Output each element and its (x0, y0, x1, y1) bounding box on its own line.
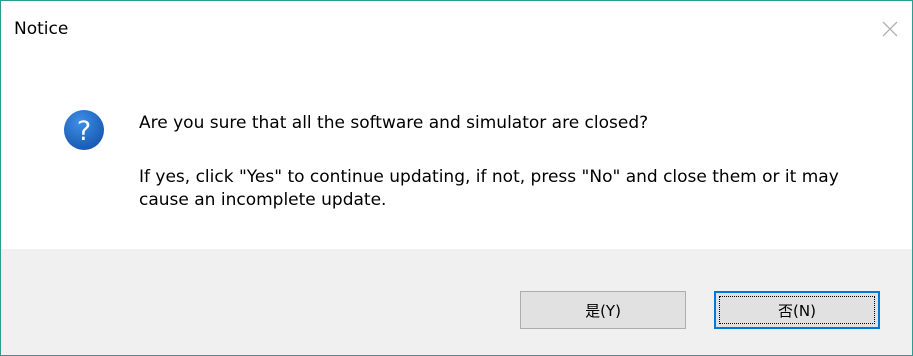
button-bar: 是(Y) 否(N) (1, 249, 912, 355)
no-button-label: 否(N) (778, 301, 816, 320)
window-title: Notice (14, 19, 69, 39)
title-bar: Notice (1, 1, 912, 63)
svg-text:?: ? (77, 116, 91, 147)
detail-message: If yes, click "Yes" to continue updating… (139, 167, 839, 210)
yes-button-label: 是(Y) (585, 301, 621, 320)
dialog-content: ? Are you sure that all the software and… (1, 63, 912, 249)
confirm-message: Are you sure that all the software and s… (139, 113, 649, 133)
question-icon: ? (64, 110, 104, 150)
yes-button[interactable]: 是(Y) (520, 291, 686, 329)
no-button[interactable]: 否(N) (714, 291, 880, 329)
close-icon (882, 21, 898, 37)
close-button[interactable] (872, 11, 908, 47)
notice-dialog: Notice ? Are you sure that all the softw… (0, 0, 913, 356)
